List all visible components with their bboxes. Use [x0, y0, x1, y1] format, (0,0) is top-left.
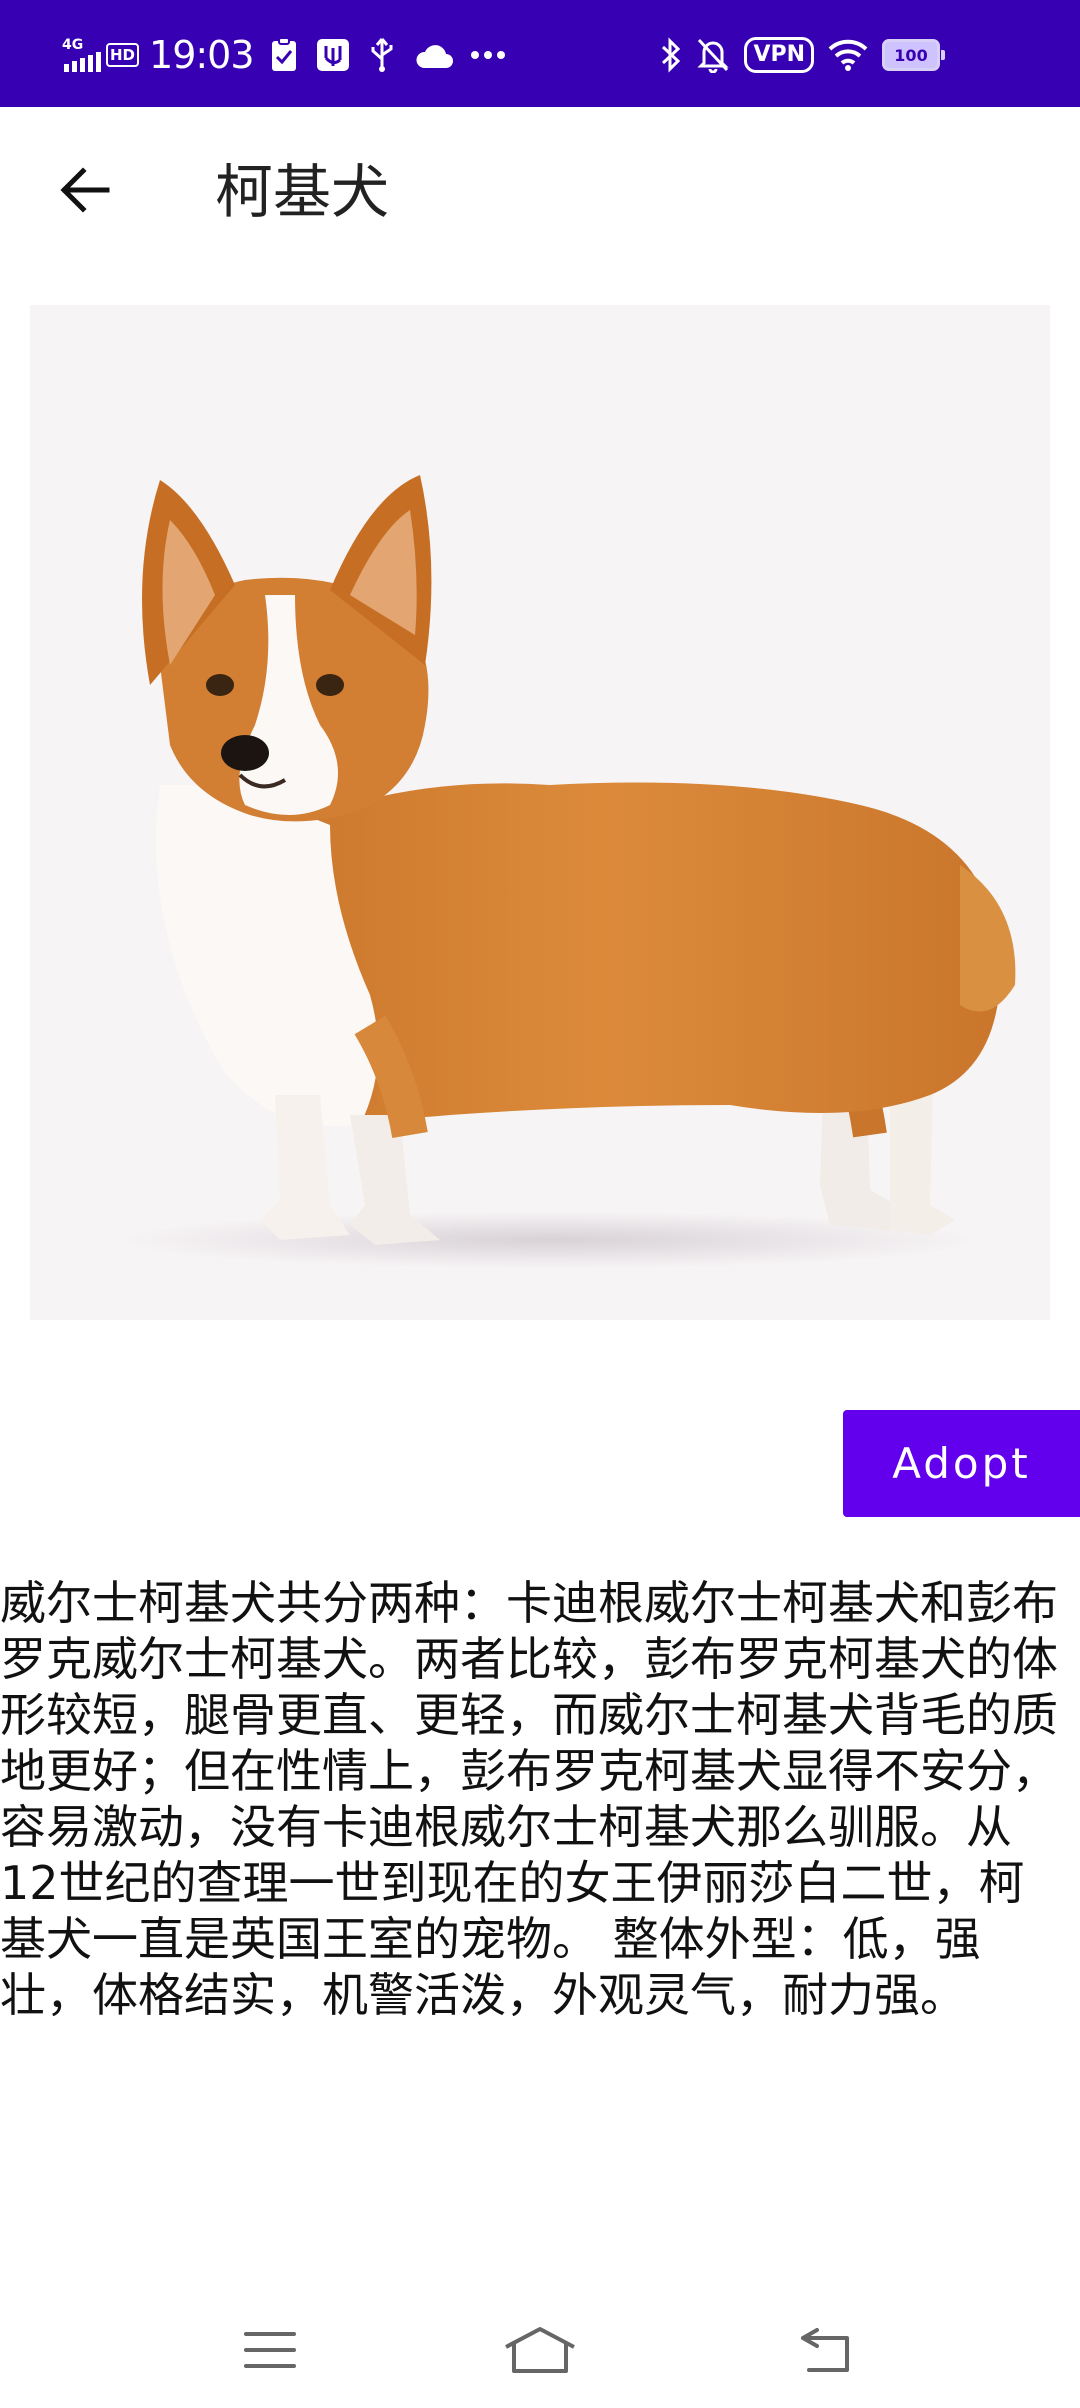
- hd-badge: HD: [106, 43, 140, 67]
- return-icon: [801, 2328, 849, 2372]
- clipboard-check-icon: [270, 37, 298, 73]
- system-back-button[interactable]: [780, 2310, 870, 2390]
- home-button[interactable]: [495, 2310, 585, 2390]
- usb-icon: [368, 37, 396, 73]
- menu-button[interactable]: [225, 2310, 315, 2390]
- status-bar: 4G HD 19:03 VPN 100: [0, 0, 1080, 107]
- status-bar-left: 4G HD 19:03: [62, 30, 506, 80]
- app-bar: 柯基犬: [0, 107, 1080, 277]
- battery-icon: 100: [882, 39, 945, 71]
- network-type: 4G: [62, 37, 84, 53]
- breed-description: 威尔士柯基犬共分两种：卡迪根威尔士柯基犬和彭布罗克威尔士柯基犬。两者比较，彭布罗…: [0, 1576, 1058, 2022]
- menu-icon: [244, 2332, 296, 2368]
- battery-level: 100: [894, 45, 928, 65]
- status-bar-right: VPN 100: [660, 30, 945, 80]
- system-navigation-bar: [0, 2290, 1080, 2408]
- status-time: 19:03: [149, 33, 255, 77]
- corgi-photo: [30, 305, 1050, 1320]
- home-icon: [505, 2327, 575, 2373]
- vpn-badge: VPN: [744, 37, 814, 73]
- page-title: 柯基犬: [215, 158, 390, 226]
- cloud-icon: [414, 40, 454, 70]
- mute-bell-icon: [696, 37, 730, 73]
- signal-icon: 4G: [62, 38, 102, 72]
- bluetooth-icon: [660, 37, 682, 73]
- usb-notification-icon: [316, 38, 350, 72]
- arrow-left-icon: [60, 167, 110, 213]
- more-notifications-icon: [470, 50, 506, 60]
- back-button[interactable]: [40, 145, 130, 235]
- adopt-button[interactable]: Adopt: [843, 1410, 1080, 1517]
- wifi-icon: [828, 39, 868, 71]
